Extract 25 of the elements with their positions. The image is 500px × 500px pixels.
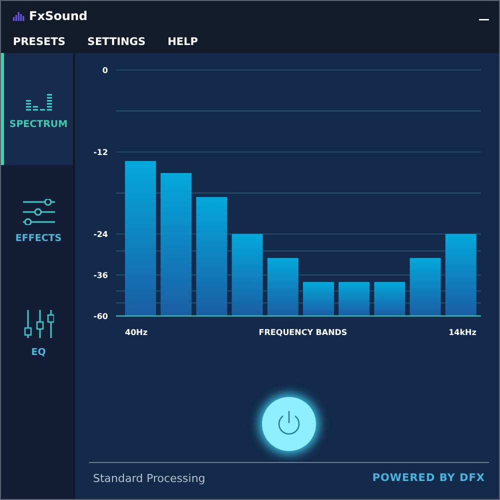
power-icon — [276, 410, 302, 438]
processing-mode-label: Standard Processing — [93, 472, 206, 484]
window-title: FxSound — [29, 9, 88, 23]
menu-item[interactable]: HELP — [168, 36, 198, 48]
sidebar-tab[interactable]: SPECTRUM — [1, 53, 73, 165]
band-start-label: 40Hz — [125, 328, 148, 337]
logo-icon — [13, 11, 25, 21]
sidebar-tab[interactable]: EQ — [1, 277, 73, 389]
scale-label: -12 — [94, 148, 108, 157]
vertical-sliders-icon — [24, 308, 54, 338]
sidebar-tab-label: SPECTRUM — [9, 118, 68, 130]
menu-item[interactable]: PRESETS — [13, 36, 66, 48]
scale-label: -24 — [94, 230, 108, 239]
scale-label: -60 — [94, 312, 108, 321]
sliders-icon — [20, 198, 56, 224]
power-button[interactable] — [262, 396, 316, 450]
scale-label: 0 — [102, 66, 108, 75]
band-end-label: 14kHz — [448, 328, 476, 337]
brand-label: POWERED BY DFX — [372, 472, 485, 484]
sidebar-tab-label: EQ — [31, 346, 46, 358]
sidebar-tab-label: EFFECTS — [15, 232, 62, 244]
band-axis-label: FREQUENCY BANDS — [258, 328, 348, 337]
sidebar-tab[interactable]: EFFECTS — [1, 165, 73, 277]
scale-label: -36 — [94, 271, 108, 280]
menu-item[interactable]: SETTINGS — [87, 36, 146, 48]
